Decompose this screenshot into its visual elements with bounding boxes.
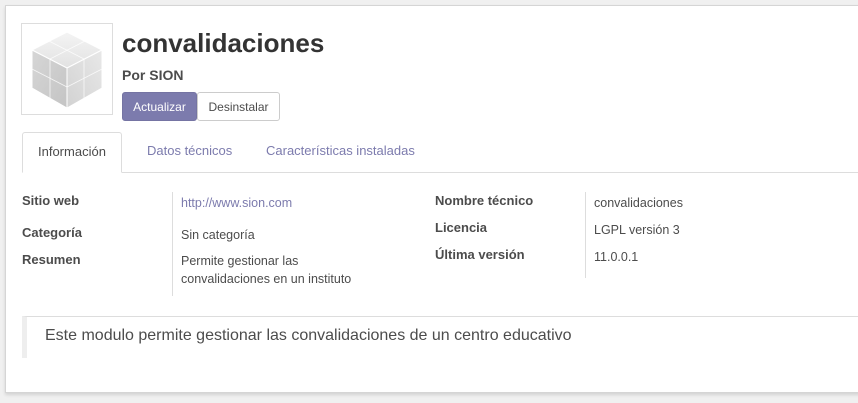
module-form-sheet: convalidaciones Por SION Actualizar Desi… <box>5 5 858 393</box>
latest-version-value: 11.0.0.1 <box>594 250 639 264</box>
category-label: Categoría <box>22 225 82 240</box>
tab-technical-data[interactable]: Datos técnicos <box>132 132 247 172</box>
technical-name-label: Nombre técnico <box>435 193 534 208</box>
cube-icon <box>21 23 113 115</box>
license-value: LGPL versión 3 <box>594 223 680 237</box>
summary-line-2: convalidaciones en un instituto <box>181 272 352 286</box>
website-value[interactable]: http://www.sion.com <box>181 194 292 212</box>
left-group-divider <box>172 192 173 296</box>
category-value: Sin categoría <box>181 228 255 242</box>
website-link[interactable]: http://www.sion.com <box>181 196 292 210</box>
website-label: Sitio web <box>22 193 80 208</box>
license-label: Licencia <box>435 220 488 235</box>
module-author: Por SION <box>122 67 184 83</box>
tab-information[interactable]: Información <box>22 132 122 173</box>
latest-version-label: Última versión <box>435 247 525 262</box>
notebook-tabs: Información Datos técnicos Característic… <box>22 132 858 173</box>
summary-line-1: Permite gestionar las <box>181 254 299 268</box>
summary-label: Resumen <box>22 252 81 267</box>
tab-installed-features[interactable]: Características instaladas <box>251 132 430 172</box>
right-group-divider <box>585 192 586 278</box>
module-description: Este modulo permite gestionar las conval… <box>22 316 858 358</box>
update-button[interactable]: Actualizar <box>122 92 197 121</box>
description-text: Este modulo permite gestionar las conval… <box>45 327 572 344</box>
uninstall-button[interactable]: Desinstalar <box>197 92 280 121</box>
technical-name-value: convalidaciones <box>594 196 683 210</box>
module-title: convalidaciones <box>122 28 325 58</box>
